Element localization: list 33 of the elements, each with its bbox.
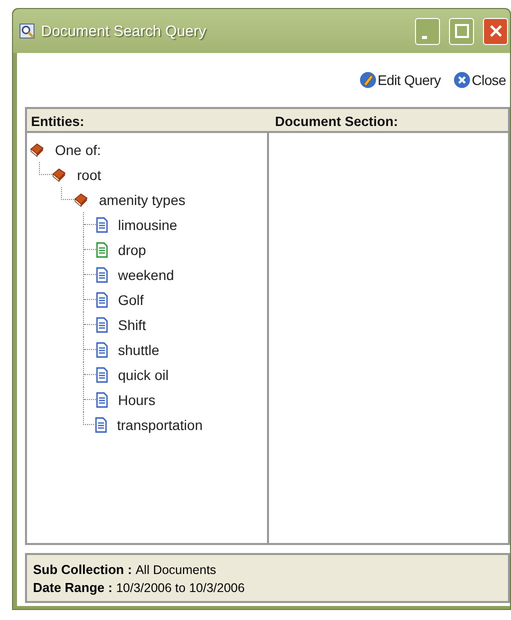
edit-query-button[interactable]: Edit Query <box>358 71 441 89</box>
column-header: Entities: <box>27 109 269 133</box>
minimize-icon <box>422 36 427 38</box>
field-label: Sub Collection : <box>33 562 132 577</box>
close-icon <box>452 71 471 89</box>
window-title: Document Search Query <box>41 22 206 40</box>
book-icon <box>73 192 89 208</box>
maximize-icon <box>454 24 468 38</box>
tree-item[interactable]: limousine <box>118 216 178 232</box>
field-value: All Documents <box>136 563 216 577</box>
maximize-button[interactable] <box>449 18 474 44</box>
tree-item[interactable]: amenity types <box>99 192 186 208</box>
tree-item[interactable]: One of: <box>55 142 101 158</box>
tree-item[interactable]: Golf <box>118 292 144 308</box>
close-query-button[interactable]: Close <box>452 71 506 89</box>
field-label: Date Range : <box>33 580 112 595</box>
tree-item[interactable]: drop <box>118 242 146 258</box>
tree-item[interactable]: Hours <box>118 392 156 408</box>
minimize-button[interactable] <box>415 18 440 44</box>
pencil-icon <box>358 71 377 89</box>
tree-item[interactable]: Shift <box>118 316 146 332</box>
magnifier-icon <box>19 23 35 39</box>
tree-item[interactable]: quick oil <box>118 366 169 382</box>
close-icon <box>488 24 502 38</box>
close-button[interactable] <box>483 18 508 44</box>
tree-item[interactable]: root <box>77 166 102 182</box>
tree-item[interactable]: weekend <box>118 266 174 282</box>
tree-item[interactable]: shuttle <box>118 342 160 358</box>
field-value: 10/3/2006 to 10/3/2006 <box>116 581 245 595</box>
tree-item[interactable]: transportation <box>117 416 203 432</box>
book-icon <box>29 142 45 158</box>
book-icon <box>51 166 67 182</box>
column-header: Document Section: <box>269 109 508 133</box>
